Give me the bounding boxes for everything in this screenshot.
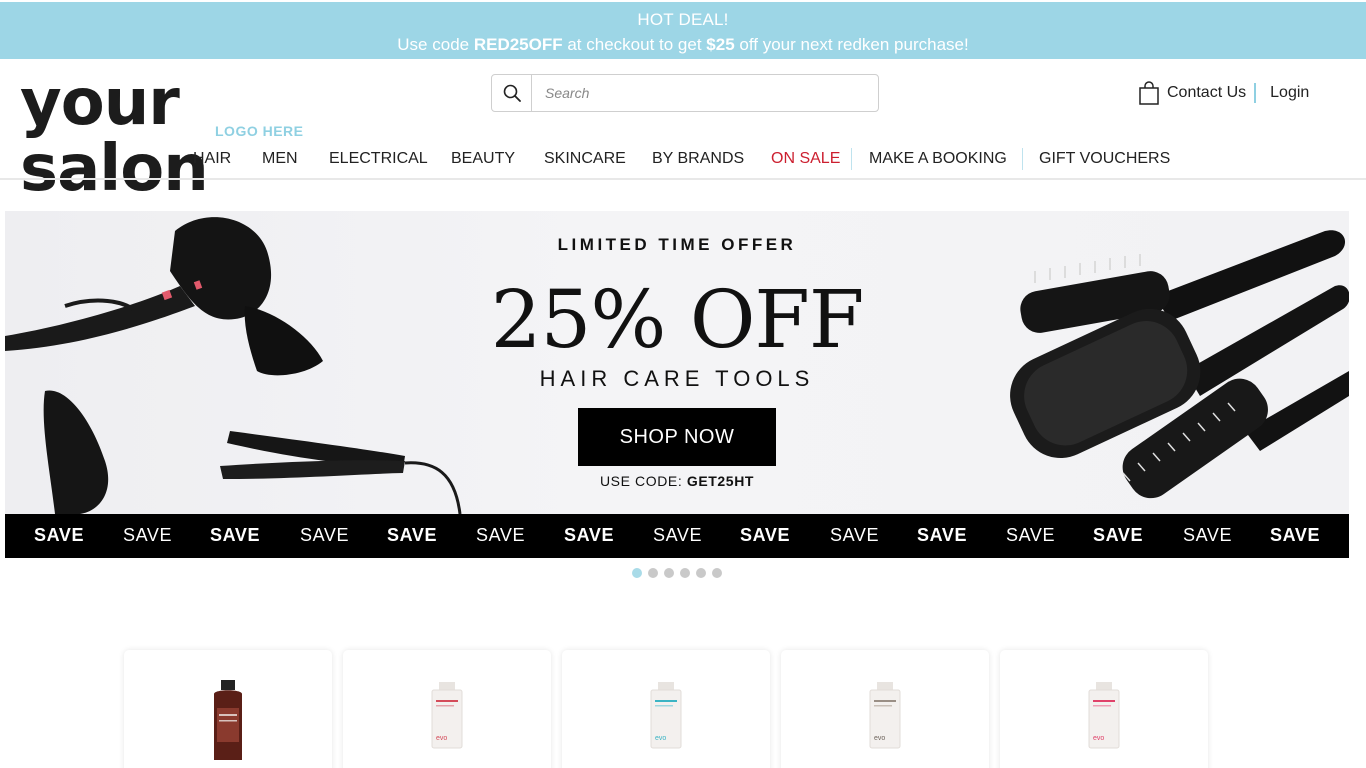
product-card[interactable]: evo [343, 650, 551, 768]
product-image: evo [1088, 682, 1120, 749]
promo-text: Use code [397, 35, 474, 54]
save-word: SAVE [210, 525, 261, 545]
hero-banner[interactable]: LIMITED TIME OFFER 25% OFF HAIR CARE TOO… [5, 211, 1349, 514]
contact-us-link[interactable]: Contact Us [1167, 84, 1246, 102]
product-brand: evo [436, 735, 447, 742]
product-card[interactable]: evo [562, 650, 770, 768]
search-icon [503, 84, 521, 102]
save-word: SAVE [564, 525, 615, 545]
banner-subline: HAIR CARE TOOLS [539, 366, 815, 391]
nav-item-hair[interactable]: HAIR [193, 150, 231, 168]
product-card[interactable]: evo [1000, 650, 1208, 768]
promo-text: at checkout to get [562, 35, 707, 54]
logo-subtitle: LOGO HERE [215, 123, 304, 139]
banner-code: USE CODE: GET25HT [5, 473, 1349, 489]
nav-divider [1022, 148, 1023, 170]
save-word: SAVE [123, 525, 173, 545]
nav-item-by-brands[interactable]: BY BRANDS [652, 150, 744, 168]
utility-links: Contact Us Login [1138, 78, 1309, 108]
slider-dot[interactable] [664, 568, 674, 578]
product-brand: evo [1093, 735, 1104, 742]
save-word: SAVE [34, 525, 85, 545]
slider-dot[interactable] [696, 568, 706, 578]
slider-dot[interactable] [632, 568, 642, 578]
nav-item-make-a-booking[interactable]: MAKE A BOOKING [869, 150, 1007, 168]
nav-item-men[interactable]: MEN [262, 150, 298, 168]
nav-item-beauty[interactable]: BEAUTY [451, 150, 515, 168]
site-logo[interactable]: your salon LOGO HERE [20, 70, 310, 202]
banner-kicker: LIMITED TIME OFFER [557, 235, 797, 254]
nav-divider [851, 148, 852, 170]
product-card[interactable]: evo [781, 650, 989, 768]
save-ticker: SAVE SAVE SAVE SAVE SAVE SAVE SAVE SAVE … [5, 514, 1349, 558]
save-word: SAVE [653, 525, 703, 545]
save-word: SAVE [300, 525, 350, 545]
save-word: SAVE [740, 525, 791, 545]
product-brand: evo [655, 735, 666, 742]
nav-item-electrical[interactable]: ELECTRICAL [329, 150, 428, 168]
main-nav: HAIR MEN ELECTRICAL BEAUTY SKINCARE BY B… [0, 146, 1366, 178]
nav-item-on-sale[interactable]: ON SALE [771, 150, 840, 168]
banner-headline: 25% OFF [490, 273, 865, 366]
product-image: evo [869, 682, 901, 749]
nav-item-skincare[interactable]: SKINCARE [544, 150, 626, 168]
promo-text: off your next redken purchase! [734, 35, 969, 54]
save-word: SAVE [917, 525, 968, 545]
save-word: SAVE [1006, 525, 1056, 545]
slider-dots [632, 568, 722, 580]
promo-code: RED25OFF [473, 35, 563, 54]
login-link[interactable]: Login [1270, 84, 1309, 102]
save-word: SAVE [1093, 525, 1144, 545]
code-value: GET25HT [686, 473, 755, 489]
save-word: SAVE [1270, 525, 1321, 545]
slider-dot[interactable] [648, 568, 658, 578]
product-image: evo [431, 682, 463, 749]
product-image [214, 680, 242, 760]
search-input[interactable] [533, 75, 877, 111]
product-image: evo [650, 682, 682, 749]
search-box [491, 74, 879, 112]
product-brand: evo [874, 735, 885, 742]
save-word: SAVE [830, 525, 880, 545]
slider-dot[interactable] [712, 568, 722, 578]
save-word: SAVE [387, 525, 438, 545]
slider-dot[interactable] [680, 568, 690, 578]
promo-bar: HOT DEAL! Use code RED25OFF at checkout … [0, 2, 1366, 59]
code-label: USE CODE: [599, 473, 687, 489]
product-carousel: evo evo evo evo [124, 650, 1214, 768]
save-word: SAVE [476, 525, 526, 545]
shop-now-button[interactable]: SHOP NOW [578, 408, 776, 466]
save-word: SAVE [1183, 525, 1233, 545]
header-divider [0, 178, 1366, 180]
divider [1254, 83, 1257, 103]
search-button[interactable] [492, 75, 532, 111]
shopping-bag-icon[interactable] [1138, 81, 1160, 105]
promo-amount: $25 [706, 35, 735, 54]
product-card[interactable] [124, 650, 332, 768]
nav-item-gift-vouchers[interactable]: GIFT VOUCHERS [1039, 150, 1170, 168]
promo-message: Use code RED25OFF at checkout to get $25… [0, 35, 1366, 55]
promo-title: HOT DEAL! [637, 10, 729, 29]
